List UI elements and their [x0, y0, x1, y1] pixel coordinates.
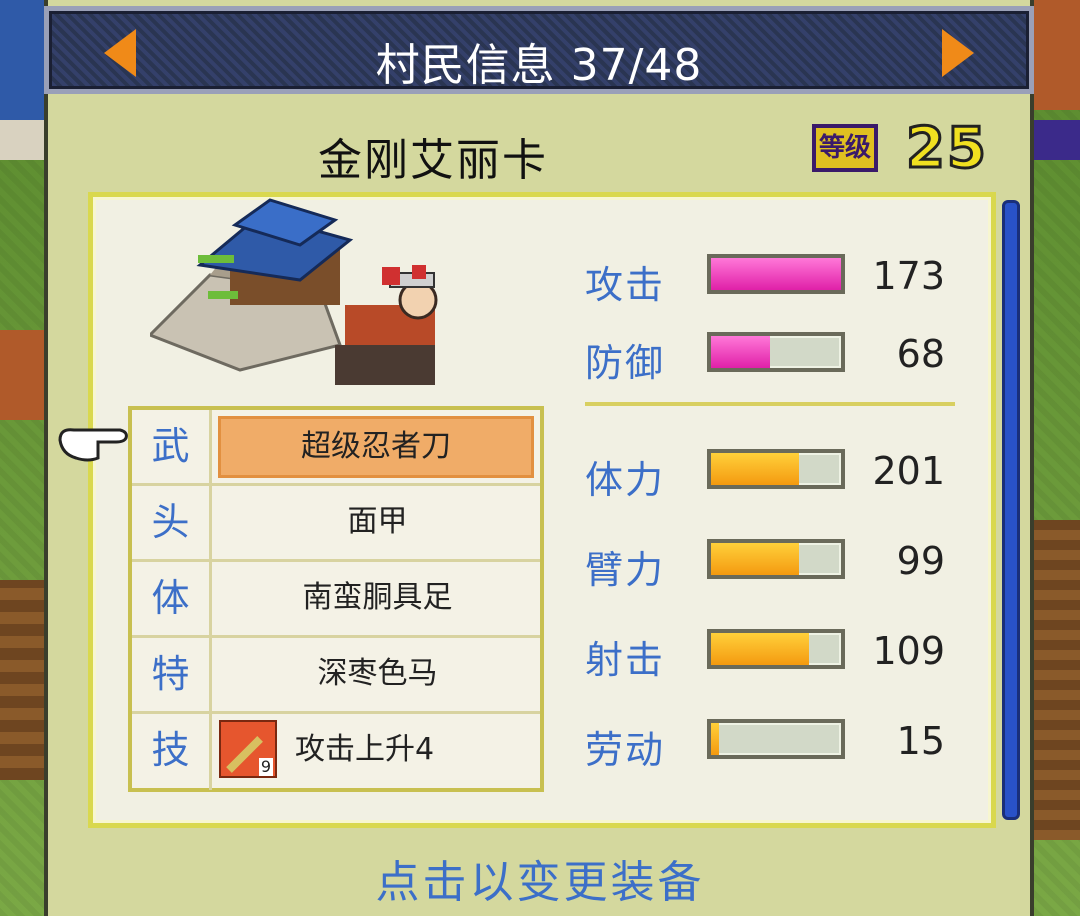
equip-row-body[interactable]: 体 南蛮胴具足 [132, 562, 540, 638]
stat-bar [707, 449, 845, 489]
roof-tile-left [0, 330, 46, 420]
stat-bar-fill [711, 723, 719, 755]
stat-label: 劳动 [585, 728, 666, 772]
stats-panel: 攻击 173 防御 68 体力 201 臂力 99 射击 109 劳动 15 [585, 250, 955, 772]
castle-roof-left [0, 0, 50, 120]
stat-bar-fill [711, 258, 841, 290]
sword-skill-icon: 9 [219, 720, 277, 778]
slot-label: 特 [132, 638, 212, 711]
equip-row-head[interactable]: 头 面甲 [132, 486, 540, 562]
skill-name: 攻击上升4 [295, 732, 435, 767]
stat-label: 体力 [585, 458, 666, 502]
stat-value: 109 [872, 629, 945, 673]
stat-bar [707, 254, 845, 294]
equip-item-special[interactable]: 深枣色马 [215, 638, 540, 711]
villager-name: 金刚艾丽卡 [318, 135, 548, 186]
stat-label: 臂力 [585, 548, 666, 592]
stat-value: 68 [896, 332, 945, 376]
slot-label: 技 [132, 714, 212, 790]
stat-stamina: 体力 201 [585, 445, 955, 505]
stat-bar-fill [711, 453, 800, 485]
skill-icon-badge: 9 [258, 757, 273, 776]
title-bar: 村民信息 37/48 [44, 6, 1034, 94]
stat-bar [707, 539, 845, 579]
fence-left [0, 580, 46, 780]
scrollbar[interactable] [1002, 200, 1020, 820]
slot-label: 体 [132, 562, 212, 635]
equip-item-skill[interactable]: 9 攻击上升4 [215, 714, 540, 790]
castle-and-samurai-sprite [150, 198, 438, 385]
stat-value: 201 [872, 449, 945, 493]
stat-bar [707, 629, 845, 669]
stat-labor: 劳动 15 [585, 715, 955, 775]
stat-bar [707, 719, 845, 759]
fence-right [1034, 520, 1080, 840]
equip-item-head[interactable]: 面甲 [215, 486, 540, 559]
level-badge: 等级 [812, 124, 878, 172]
stats-divider [585, 402, 955, 406]
roof-tile-right [1034, 0, 1080, 110]
stat-label: 射击 [585, 638, 666, 682]
stat-value: 173 [872, 254, 945, 298]
next-villager-arrow-icon[interactable] [942, 29, 974, 77]
stat-shooting: 射击 109 [585, 625, 955, 685]
stat-bar-fill [711, 336, 770, 368]
stat-strength: 臂力 99 [585, 535, 955, 595]
level-value: 25 [905, 115, 988, 183]
stat-bar [707, 332, 845, 372]
stat-value: 99 [896, 539, 945, 583]
stat-bar-fill [711, 633, 809, 665]
stat-value: 15 [896, 719, 945, 763]
equip-row-special[interactable]: 特 深枣色马 [132, 638, 540, 714]
equip-item-weapon[interactable]: 超级忍者刀 [218, 416, 534, 478]
equip-item-body[interactable]: 南蛮胴具足 [215, 562, 540, 635]
blade-shape [226, 736, 263, 773]
change-equipment-hint[interactable]: 点击以变更装备 [0, 846, 1080, 910]
stat-label: 防御 [585, 341, 666, 385]
equipment-table: 武 超级忍者刀 头 面甲 体 南蛮胴具足 特 深枣色马 技 9 攻击上升4 [128, 406, 544, 792]
stat-label: 攻击 [585, 263, 666, 307]
equip-row-weapon[interactable]: 武 超级忍者刀 [132, 410, 540, 486]
panel-title: 村民信息 37/48 [375, 40, 703, 91]
stat-defense: 防御 68 [585, 328, 955, 388]
stat-bar-fill [711, 543, 800, 575]
banner-right [1034, 120, 1080, 160]
stat-attack: 攻击 173 [585, 250, 955, 310]
pointing-hand-icon [58, 428, 128, 462]
slot-label: 头 [132, 486, 212, 559]
slot-label: 武 [132, 410, 212, 483]
castle-wall-left [0, 120, 46, 160]
equip-row-skill[interactable]: 技 9 攻击上升4 [132, 714, 540, 790]
